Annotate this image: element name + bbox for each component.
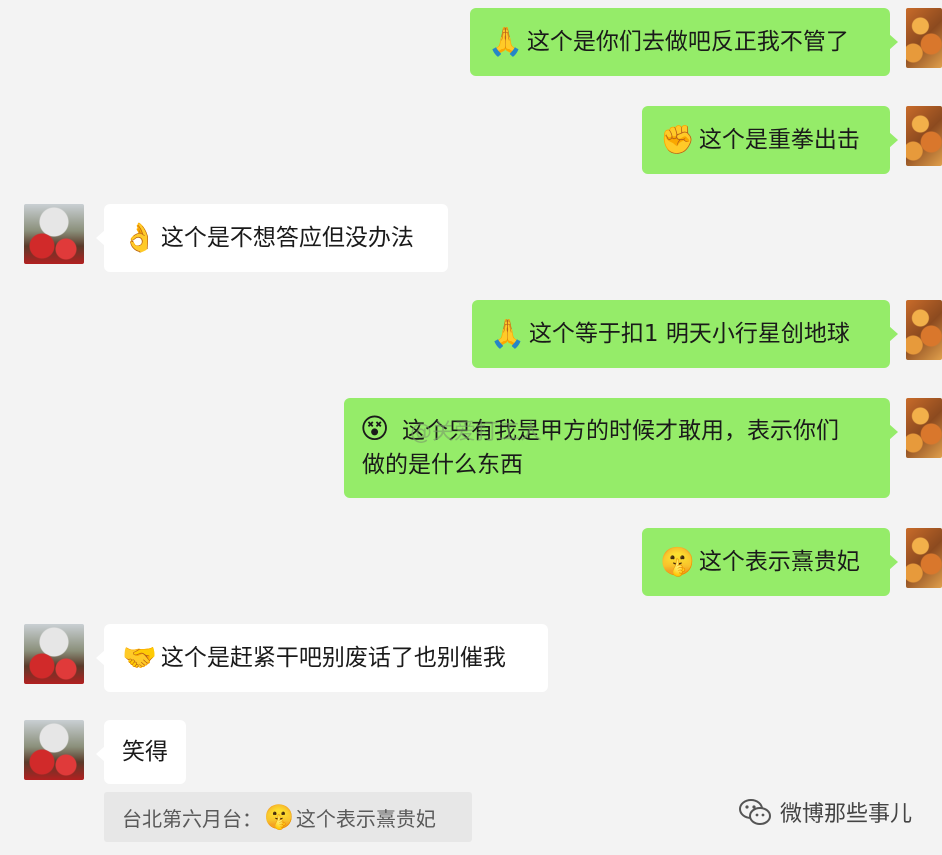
raised-fist-icon: ✊ — [660, 123, 695, 156]
handshake-icon: 🤝 — [122, 641, 157, 674]
message-bubble[interactable]: ✊ 这个是重拳出击 — [642, 106, 898, 174]
message-text: 笑得 — [122, 739, 168, 765]
my-avatar[interactable] — [906, 528, 942, 588]
quote-text: 这个表示熹贵妃 — [295, 806, 436, 831]
message-text: 这个是重拳出击 — [698, 127, 860, 153]
my-avatar[interactable] — [906, 106, 942, 166]
folded-hands-icon: 🙏 — [490, 317, 525, 350]
watermark-text: @关爱打工人 — [410, 420, 543, 445]
quoted-message[interactable]: 台北第六月台： 🤫 这个表示熹贵妃 — [104, 792, 472, 842]
message-bubble[interactable]: 🙏 这个等于扣1 明天小行星创地球 — [472, 300, 898, 368]
message-text: 这个表示熹贵妃 — [698, 549, 860, 575]
message-bubble[interactable]: 😵 这个只有我是甲方的时候才敢用，表示你们 做的是什么东西 — [344, 398, 898, 498]
wechat-icon — [738, 799, 771, 825]
my-avatar[interactable] — [906, 8, 942, 68]
message-text: 这个是你们去做吧反正我不管了 — [526, 29, 849, 55]
folded-hands-icon: 🙏 — [488, 25, 523, 58]
message-bubble[interactable]: 🙏 这个是你们去做吧反正我不管了 — [470, 8, 898, 76]
message-bubble[interactable]: 🤝 这个是赶紧干吧别废话了也别催我 — [96, 624, 548, 692]
message-text: 这个是赶紧干吧别废话了也别催我 — [160, 645, 506, 671]
account-name: 微博那些事儿 — [779, 802, 912, 827]
dizzy-face-icon: 😵 — [360, 412, 390, 445]
ok-hand-icon: 👌 — [122, 221, 157, 254]
message-bubble[interactable]: 🤫 这个表示熹贵妃 — [642, 528, 898, 596]
my-avatar[interactable] — [906, 300, 942, 360]
message-text-line: 做的是什么东西 — [362, 452, 523, 478]
account-watermark: 微博那些事儿 — [738, 796, 912, 828]
contact-avatar[interactable] — [24, 204, 84, 264]
shushing-face-icon: 🤫 — [264, 803, 294, 831]
message-bubble[interactable]: 笑得 — [96, 720, 186, 784]
contact-avatar[interactable] — [24, 720, 84, 780]
my-avatar[interactable] — [906, 398, 942, 458]
shushing-face-icon: 🤫 — [660, 545, 695, 578]
contact-avatar[interactable] — [24, 624, 84, 684]
message-bubble[interactable]: 👌 这个是不想答应但没办法 — [96, 204, 448, 272]
weibo-watermark: @关爱打工人 — [410, 414, 542, 446]
message-text: 这个是不想答应但没办法 — [160, 225, 414, 251]
message-text: 这个等于扣1 明天小行星创地球 — [528, 321, 850, 347]
quote-sender: 台北第六月台： — [122, 806, 262, 831]
